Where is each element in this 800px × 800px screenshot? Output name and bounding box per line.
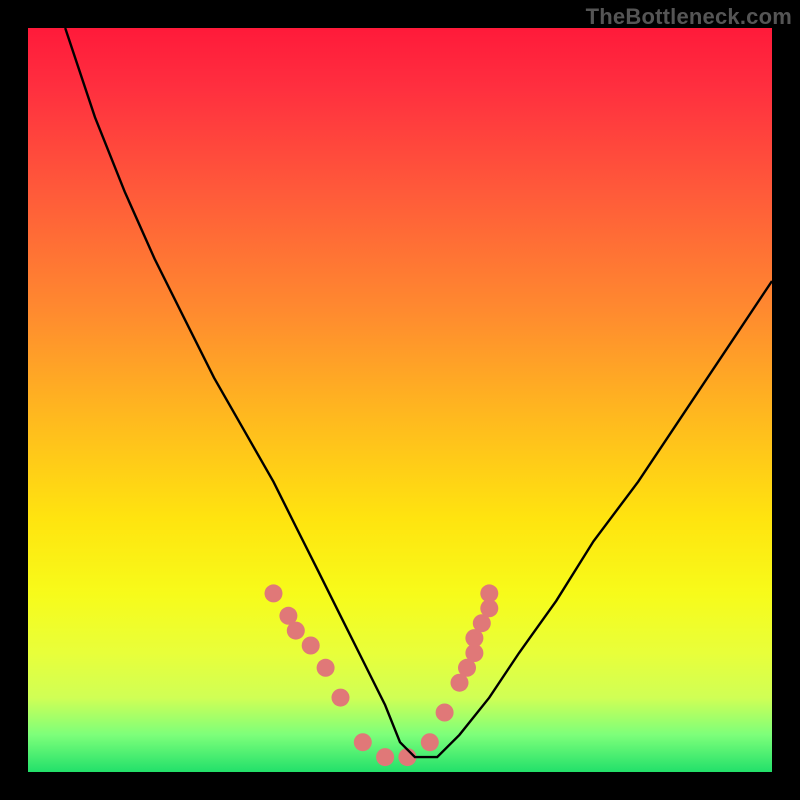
data-dot [265,584,283,602]
chart-frame: TheBottleneck.com [0,0,800,800]
data-dot [354,733,372,751]
curve-layer [28,28,772,772]
plot-area [28,28,772,772]
data-dot [302,637,320,655]
data-dot [287,622,305,640]
watermark-text: TheBottleneck.com [586,4,792,30]
bottleneck-curve [65,28,772,757]
data-dot [376,748,394,766]
data-dot [480,584,498,602]
data-dot [317,659,335,677]
data-dots-group [265,584,499,766]
data-dot [332,689,350,707]
data-dot [421,733,439,751]
data-dot [436,704,454,722]
